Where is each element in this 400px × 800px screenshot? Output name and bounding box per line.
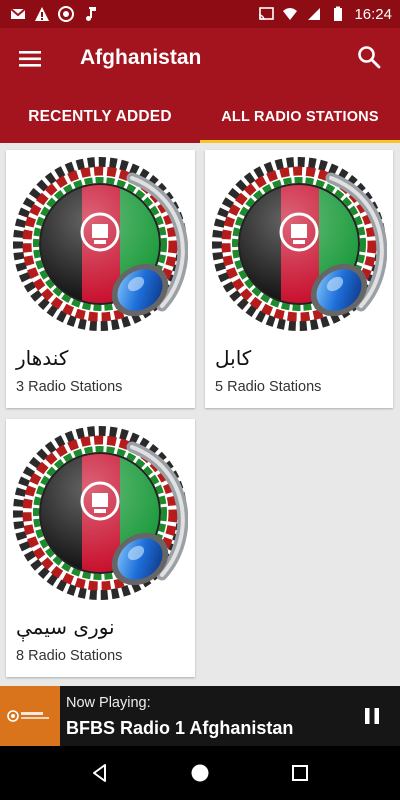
afghanistan-flag-headphones-logo xyxy=(211,156,387,332)
status-bar: 16:24 xyxy=(0,0,400,28)
search-icon[interactable] xyxy=(356,44,382,70)
card-title: کندهار xyxy=(16,346,69,370)
now-playing-bar[interactable]: Now Playing: BFBS Radio 1 Afghanistan xyxy=(0,686,400,746)
warning-icon xyxy=(35,7,49,21)
app-bar: Afghanistan xyxy=(0,28,400,90)
station-thumbnail xyxy=(0,686,60,746)
system-nav-bar xyxy=(0,746,400,800)
home-icon[interactable] xyxy=(190,763,210,783)
station-group-card[interactable]: کابل 5 Radio Stations xyxy=(205,150,393,408)
gmail-icon xyxy=(10,8,26,19)
wifi-icon xyxy=(283,8,298,20)
status-time: 16:24 xyxy=(354,5,392,23)
card-station-count: 3 Radio Stations xyxy=(16,379,123,395)
hamburger-menu-icon[interactable] xyxy=(16,46,44,72)
tab-all-radio-stations[interactable]: ALL RADIO STATIONS xyxy=(200,90,400,143)
tab-recently-added[interactable]: RECENTLY ADDED xyxy=(0,90,200,143)
aperture-icon xyxy=(58,6,74,22)
card-station-count: 8 Radio Stations xyxy=(16,648,123,664)
station-group-card[interactable]: نوری سیمې 8 Radio Stations xyxy=(6,419,195,677)
pause-icon[interactable] xyxy=(362,706,382,726)
card-station-count: 5 Radio Stations xyxy=(215,379,322,395)
bfbs-logo-icon xyxy=(7,710,49,722)
station-group-card[interactable]: کندهار 3 Radio Stations xyxy=(6,150,195,408)
back-icon[interactable] xyxy=(90,763,110,783)
tab-indicator xyxy=(200,140,400,143)
afghanistan-flag-headphones-logo xyxy=(12,156,188,332)
card-title: کابل xyxy=(215,346,252,370)
signal-icon xyxy=(308,8,321,20)
battery-icon xyxy=(334,6,343,21)
card-title: نوری سیمې xyxy=(16,615,115,639)
music-note-icon xyxy=(86,7,96,21)
now-playing-label: Now Playing: xyxy=(66,695,151,711)
afghanistan-flag-headphones-logo xyxy=(12,425,188,601)
recents-icon[interactable] xyxy=(290,763,310,783)
page-title: Afghanistan xyxy=(80,46,202,69)
cast-icon xyxy=(259,7,275,21)
now-playing-station: BFBS Radio 1 Afghanistan xyxy=(66,718,294,738)
tab-bar: RECENTLY ADDED ALL RADIO STATIONS xyxy=(0,90,400,143)
